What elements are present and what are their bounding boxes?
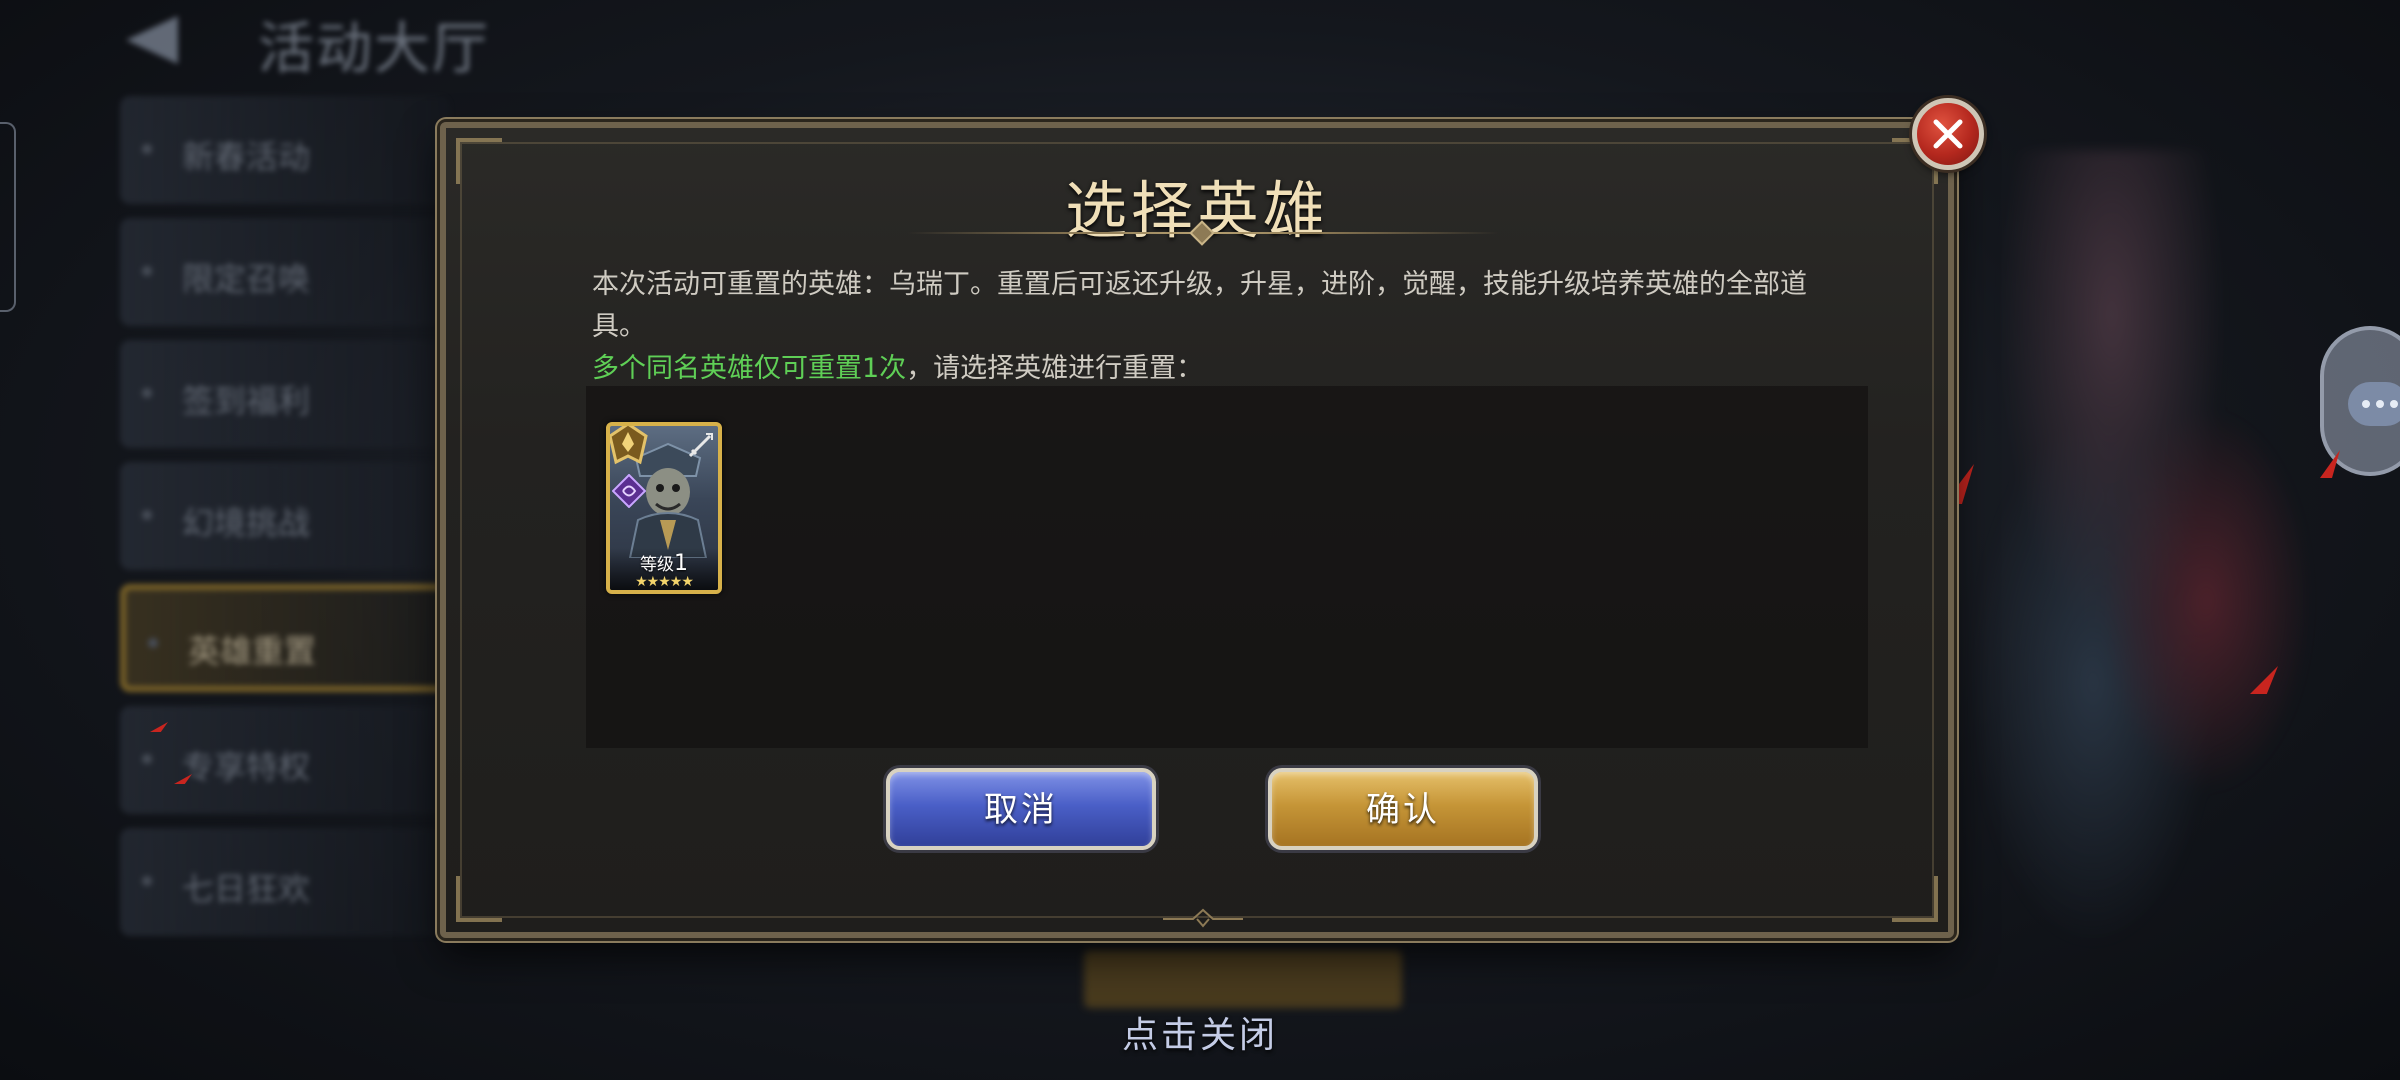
activity-menu-item[interactable]: 签到福利 (120, 340, 450, 448)
activity-menu-item-selected[interactable]: 英雄重置 (120, 584, 450, 692)
background-page-title: 活动大厅 (258, 17, 490, 82)
activity-menu-label: 限定召唤 (182, 260, 311, 298)
back-arrow-icon[interactable] (118, 12, 198, 68)
background-header: 活动大厅 (0, 0, 2400, 82)
activity-menu-item[interactable]: 幻境挑战 (120, 462, 450, 570)
hero-selection-area (586, 386, 1868, 748)
background-action-button (1084, 950, 1402, 1008)
activity-menu-item[interactable]: 七日狂欢 (120, 828, 450, 936)
frame-corner-ornament (456, 876, 502, 922)
activity-menu-item[interactable]: 限定召唤 (120, 218, 450, 326)
activity-menu-item[interactable]: 新春活动 (120, 96, 450, 204)
hero-level-label: 等级 (640, 555, 674, 575)
reset-limit-note: 多个同名英雄仅可重置1次 (592, 353, 907, 384)
description-line: 本次活动可重置的英雄：乌瑞丁。重置后可返还升级，升星，进阶，觉醒，技能升级培养英… (592, 269, 1807, 342)
tap-to-close-hint[interactable]: 点击关闭 (0, 1006, 2400, 1058)
activity-menu-label: 英雄重置 (188, 632, 317, 670)
description-line: 多个同名英雄仅可重置1次，请选择英雄进行重置： (592, 348, 1852, 390)
background-activity-menu: 新春活动 限定召唤 签到福利 幻境挑战 英雄重置 专享特权 七日狂欢 (120, 96, 450, 950)
close-icon (1933, 119, 1963, 149)
activity-menu-label: 新春活动 (182, 138, 311, 176)
confirm-button[interactable]: 确认 (1268, 768, 1538, 850)
cancel-button[interactable]: 取消 (886, 768, 1156, 850)
activity-menu-label: 签到福利 (182, 382, 311, 420)
activity-menu-label: 幻境挑战 (182, 504, 311, 542)
class-badge-icon (610, 426, 648, 465)
hero-level-value: 1 (674, 551, 688, 576)
frame-corner-ornament (1892, 876, 1938, 922)
select-prompt: ，请选择英雄进行重置： (906, 353, 1204, 384)
activity-menu-label: 七日狂欢 (182, 870, 311, 908)
select-hero-dialog: 选择英雄 本次活动可重置的英雄：乌瑞丁。重置后可返还升级，升星，进阶，觉醒，技能… (440, 122, 1954, 938)
background-hero-art (1960, 150, 2340, 970)
activity-menu-item[interactable]: 专享特权 (120, 706, 450, 814)
side-drawer-handle[interactable] (0, 122, 16, 312)
hero-star-rating: ★★★★★ (635, 574, 694, 590)
sword-icon (688, 433, 713, 458)
void-element-icon (612, 474, 646, 508)
frame-bottom-ornament (1163, 908, 1243, 928)
dialog-description: 本次活动可重置的英雄：乌瑞丁。重置后可返还升级，升星，进阶，觉醒，技能升级培养英… (592, 264, 1852, 390)
chat-bubble-icon[interactable] (2320, 326, 2400, 476)
activity-menu-label: 专享特权 (182, 748, 311, 786)
close-dialog-button[interactable] (1912, 98, 1984, 170)
hero-card[interactable]: 等级1 ★★★★★ (606, 422, 722, 594)
hero-level: 等级1 (610, 550, 718, 576)
